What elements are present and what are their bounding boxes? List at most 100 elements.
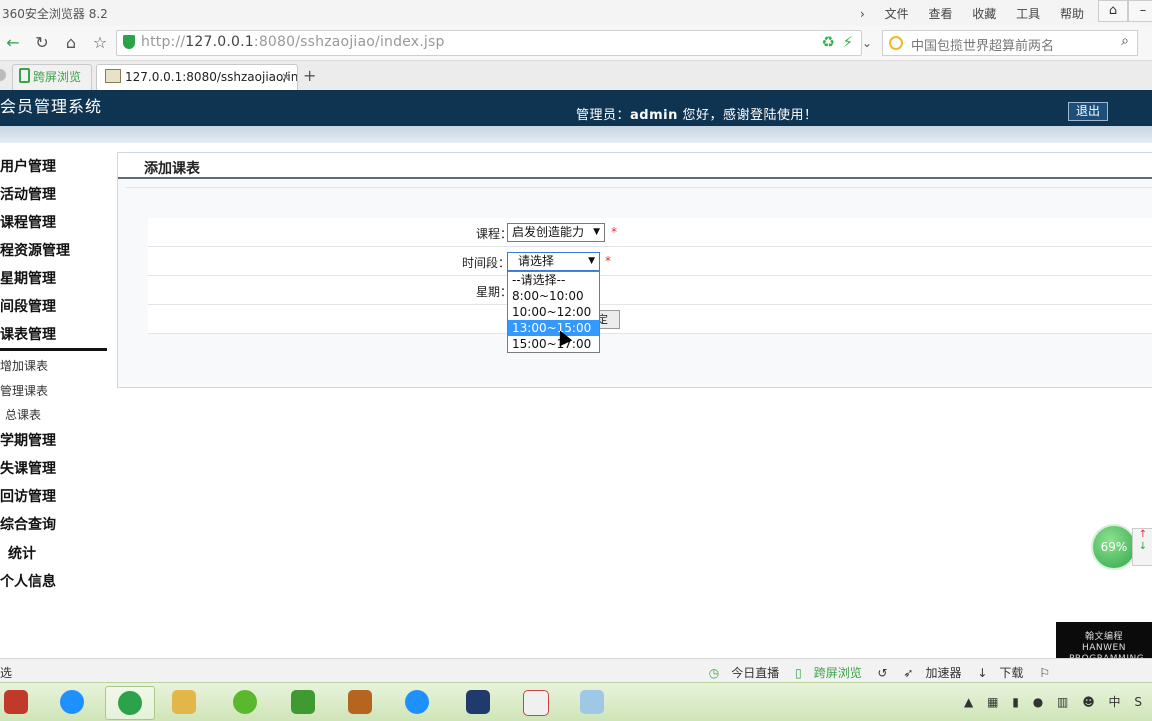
- timeslot-select-value: 请选择: [518, 254, 555, 268]
- taskbar-app-frog[interactable]: [279, 686, 327, 718]
- tray-shield-icon[interactable]: ●: [1033, 695, 1043, 709]
- download-icon: ↓: [977, 666, 988, 680]
- taskbar-app-1[interactable]: [0, 686, 40, 718]
- lightning-icon[interactable]: ⚡: [842, 33, 853, 51]
- minimize-icon[interactable]: –: [1128, 0, 1152, 22]
- timeslot-dropdown-list[interactable]: --请选择-- 8:00~10:00 10:00~12:00 13:00~15:…: [507, 271, 600, 353]
- tray-qq-icon[interactable]: ☻: [1082, 695, 1095, 709]
- course-select[interactable]: 启发创造能力 ▼: [507, 223, 605, 242]
- taskbar-ie[interactable]: [48, 686, 96, 718]
- timeslot-select[interactable]: 请选择 ▼: [507, 252, 600, 271]
- nav-course-resource-management[interactable]: 程资源管理: [0, 240, 110, 260]
- app-s-icon: [466, 690, 490, 714]
- flag-icon[interactable]: ⚐: [1039, 666, 1050, 680]
- welcome-text: 管理员：admin 您好，感谢登陆使用！: [576, 108, 818, 123]
- nav-missed-class-management[interactable]: 失课管理: [0, 458, 110, 478]
- url-text[interactable]: http://127.0.0.1:8080/sshzaojiao/index.j…: [141, 34, 445, 50]
- back-arrow-icon[interactable]: ←: [2, 32, 24, 54]
- speed-ball-widget[interactable]: 69%: [1091, 524, 1137, 570]
- menu-file[interactable]: 文件: [885, 5, 909, 22]
- new-tab-icon[interactable]: +: [303, 66, 316, 85]
- logout-button[interactable]: 退出: [1068, 102, 1108, 121]
- sidebar-toggle-icon[interactable]: [0, 69, 6, 81]
- option-please-select[interactable]: --请选择--: [508, 272, 599, 288]
- pin-window-icon[interactable]: ⌂: [1098, 0, 1128, 22]
- nav-activity-management[interactable]: 活动管理: [0, 184, 110, 204]
- nav-user-management[interactable]: 用户管理: [0, 156, 110, 176]
- speed-arrows-icon[interactable]: ↑ ↓: [1132, 528, 1152, 566]
- taskbar-java[interactable]: [511, 686, 559, 718]
- timeslot-label: 时间段：: [462, 256, 511, 270]
- app-green-icon: [233, 690, 257, 714]
- ie-icon: [405, 690, 429, 714]
- nav-follow-up-management[interactable]: 回访管理: [0, 486, 110, 506]
- close-tab-icon[interactable]: ×: [281, 65, 291, 89]
- left-nav: 用户管理 活动管理 课程管理 程资源管理 星期管理 间段管理 课表管理 增加课表…: [0, 143, 112, 658]
- search-placeholder: 中国包揽世界超算前两名: [911, 39, 1055, 54]
- taskbar-app-book[interactable]: [336, 686, 384, 718]
- phone-icon: ▯: [795, 666, 802, 680]
- menu-tools[interactable]: 工具: [1016, 5, 1040, 22]
- refresh-icon[interactable]: ↺: [878, 666, 888, 680]
- nav-semester-management[interactable]: 学期管理: [0, 430, 110, 450]
- tray-signal-icon[interactable]: ▥: [1057, 695, 1068, 709]
- tray-ime-icon[interactable]: 中: [1109, 695, 1121, 709]
- taskbar-ie-2[interactable]: [393, 686, 441, 718]
- book-icon: [348, 690, 372, 714]
- nav-timeslot-management[interactable]: 间段管理: [0, 296, 110, 316]
- reload-icon[interactable]: ↻: [31, 32, 53, 54]
- menu-favorites[interactable]: 收藏: [972, 5, 996, 22]
- status-left-text: 选: [0, 666, 13, 680]
- nav-schedule-management[interactable]: 课表管理: [0, 324, 110, 344]
- chevron-down-icon[interactable]: ⌄: [862, 36, 872, 50]
- java-icon: [523, 690, 549, 716]
- page-title: 添加课表: [144, 161, 200, 177]
- option-15-17[interactable]: 15:00~17:00: [508, 336, 599, 352]
- nav-course-management[interactable]: 课程管理: [0, 212, 110, 232]
- tray-sogou-icon[interactable]: S: [1134, 695, 1142, 709]
- menu-view[interactable]: 查看: [928, 5, 952, 22]
- nav-sub-manage-schedule[interactable]: 管理课表: [0, 382, 48, 399]
- option-10-12[interactable]: 10:00~12:00: [508, 304, 599, 320]
- search-icon[interactable]: ⌕: [1121, 33, 1129, 49]
- tab-active-page[interactable]: 127.0.0.1:8080/sshzaojiao/inc ×: [96, 64, 298, 90]
- status-download[interactable]: 下载: [999, 666, 1023, 680]
- nav-sub-total-schedule[interactable]: 总课表: [5, 406, 41, 423]
- taskbar-app-notes[interactable]: [568, 686, 616, 718]
- url-bar[interactable]: http://127.0.0.1:8080/sshzaojiao/index.j…: [116, 30, 862, 56]
- search-input[interactable]: 中国包揽世界超算前两名 ⌕: [882, 30, 1138, 56]
- status-items: ◷ 今日直播 ▯ 跨屏浏览 ↺ ➶ 加速器 ↓ 下载 ⚐: [697, 664, 1050, 681]
- menu-help[interactable]: 帮助: [1060, 5, 1084, 22]
- app-header: 会员管理系统 管理员：admin 您好，感谢登陆使用！ 退出: [0, 90, 1152, 126]
- star-icon[interactable]: ☆: [89, 32, 111, 54]
- recycle-icon[interactable]: ♻: [822, 33, 835, 51]
- status-accelerator[interactable]: 加速器: [925, 666, 961, 680]
- nav-statistics[interactable]: 统计: [8, 543, 118, 563]
- tray-battery-icon[interactable]: ▮: [1012, 695, 1019, 709]
- home-icon[interactable]: ⌂: [60, 32, 82, 54]
- menu-arrow-icon[interactable]: ›: [860, 7, 865, 21]
- browser-title-bar: 360安全浏览器 8.2 › 文件 查看 收藏 工具 帮助 ⌂ –: [0, 0, 1152, 27]
- nav-week-management[interactable]: 星期管理: [0, 268, 110, 288]
- required-mark: *: [605, 254, 611, 268]
- taskbar-app-green[interactable]: [221, 686, 269, 718]
- nav-active-divider: [0, 348, 107, 351]
- status-today-live[interactable]: 今日直播: [731, 666, 779, 680]
- option-8-10[interactable]: 8:00~10:00: [508, 288, 599, 304]
- tab-bar: 跨屏浏览 127.0.0.1:8080/sshzaojiao/inc × +: [0, 61, 1152, 91]
- address-toolbar: ← ↻ ⌂ ☆ http://127.0.0.1:8080/sshzaojiao…: [0, 26, 1152, 61]
- taskbar-360-browser[interactable]: [105, 686, 155, 720]
- panel-header: 添加课表: [118, 153, 1152, 179]
- system-name: 会员管理系统: [0, 97, 103, 116]
- nav-comprehensive-query[interactable]: 综合查询: [0, 514, 110, 534]
- form-row-timeslot: [148, 247, 1152, 276]
- nav-sub-add-schedule[interactable]: 增加课表: [0, 357, 48, 374]
- status-cross-screen[interactable]: 跨屏浏览: [814, 666, 862, 680]
- tab-cross-screen[interactable]: 跨屏浏览: [12, 64, 92, 90]
- taskbar-app-eclipse[interactable]: [454, 686, 502, 718]
- taskbar-explorer[interactable]: [160, 686, 208, 718]
- tray-up-icon[interactable]: ▲: [964, 695, 973, 709]
- nav-personal-info[interactable]: 个人信息: [0, 571, 110, 591]
- tray-network-icon[interactable]: ▦: [987, 695, 998, 709]
- folder-icon: [172, 690, 196, 714]
